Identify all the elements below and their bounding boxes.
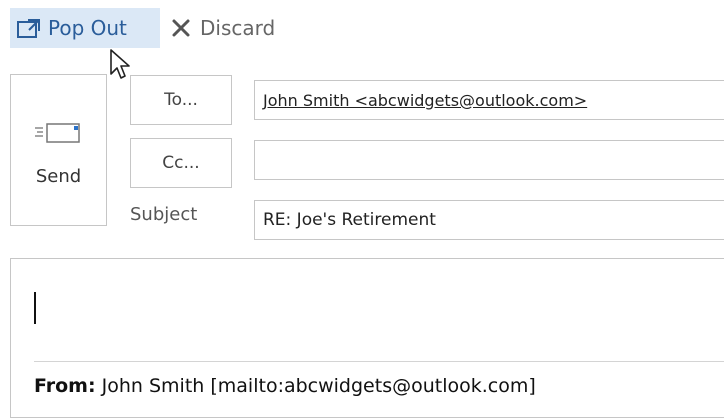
recipient-chip[interactable]: John Smith <abcwidgets@outlook.com> <box>263 91 587 110</box>
from-label: From: <box>34 375 96 397</box>
to-button[interactable]: To... <box>130 75 232 125</box>
reply-divider <box>34 361 724 362</box>
close-x-icon <box>172 19 190 37</box>
quoted-from-line: From: John Smith [mailto:abcwidgets@outl… <box>34 375 536 397</box>
send-button[interactable]: Send <box>10 74 107 226</box>
pop-out-label: Pop Out <box>48 16 127 40</box>
text-caret <box>34 292 36 324</box>
pop-out-window-icon <box>17 19 40 38</box>
to-field[interactable]: John Smith <abcwidgets@outlook.com> <box>254 80 724 120</box>
discard-button[interactable]: Discard <box>170 8 275 48</box>
from-value: John Smith [mailto:abcwidgets@outlook.co… <box>101 375 536 397</box>
send-label: Send <box>35 166 82 187</box>
subject-label: Subject <box>130 204 198 225</box>
envelope-send-icon <box>34 123 80 143</box>
subject-field[interactable]: RE: Joe's Retirement <box>254 200 724 240</box>
cc-button[interactable]: Cc... <box>130 138 232 188</box>
cc-field[interactable] <box>254 140 724 180</box>
pop-out-button[interactable]: Pop Out <box>10 8 160 48</box>
discard-label: Discard <box>200 16 276 40</box>
